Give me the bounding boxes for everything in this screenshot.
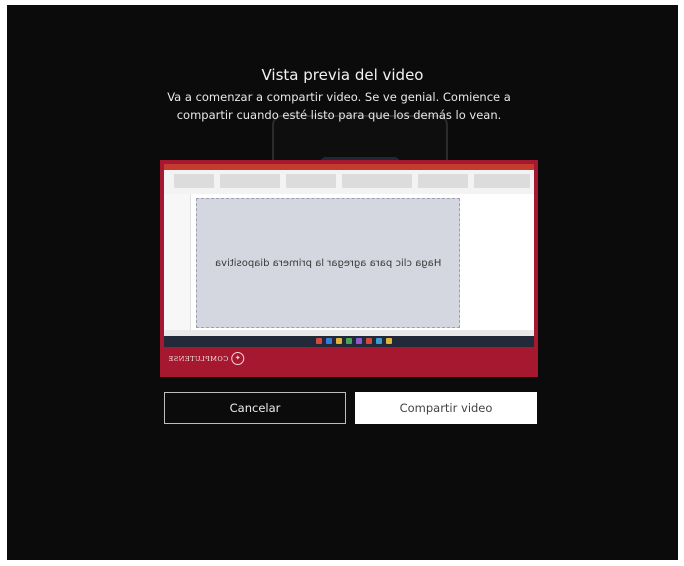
- taskbar-app-icon: [356, 338, 362, 344]
- taskbar-app-icon: [336, 338, 342, 344]
- ribbon-group: [418, 174, 468, 188]
- ribbon-group: [474, 174, 530, 188]
- dialog-message: Va a comenzar a compartir video. Se ve g…: [167, 90, 511, 122]
- video-preview: Haga clic para agregar la primera diapos…: [160, 160, 538, 377]
- dialog-title: Vista previa del video: [261, 66, 424, 84]
- logo-text: COMPLUTENSE: [168, 354, 229, 363]
- slide-editor-area: Haga clic para agregar la primera diapos…: [164, 194, 534, 330]
- powerpoint-ribbon: [164, 164, 534, 194]
- ribbon-group: [174, 174, 214, 188]
- crest-icon: ✦: [231, 352, 245, 365]
- taskbar-app-icon: [326, 338, 332, 344]
- university-logo: ✦ COMPLUTENSE: [168, 352, 245, 365]
- taskbar-app-icon: [386, 338, 392, 344]
- ribbon-tab-bar: [164, 164, 534, 170]
- windows-taskbar: [164, 336, 534, 347]
- slide-thumbnails-pane: [164, 194, 191, 330]
- taskbar-app-icon: [366, 338, 372, 344]
- taskbar-app-icon: [346, 338, 352, 344]
- ribbon-group: [342, 174, 412, 188]
- ribbon-group: [286, 174, 336, 188]
- side-pane: [464, 194, 534, 330]
- share-video-button[interactable]: Compartir video: [355, 392, 537, 424]
- taskbar-app-icon: [376, 338, 382, 344]
- slide-placeholder-text: Haga clic para agregar la primera diapos…: [214, 257, 442, 269]
- slide-canvas: Haga clic para agregar la primera diapos…: [196, 198, 460, 328]
- cancel-button[interactable]: Cancelar: [164, 392, 346, 424]
- ribbon-group: [220, 174, 280, 188]
- taskbar-app-icon: [316, 338, 322, 344]
